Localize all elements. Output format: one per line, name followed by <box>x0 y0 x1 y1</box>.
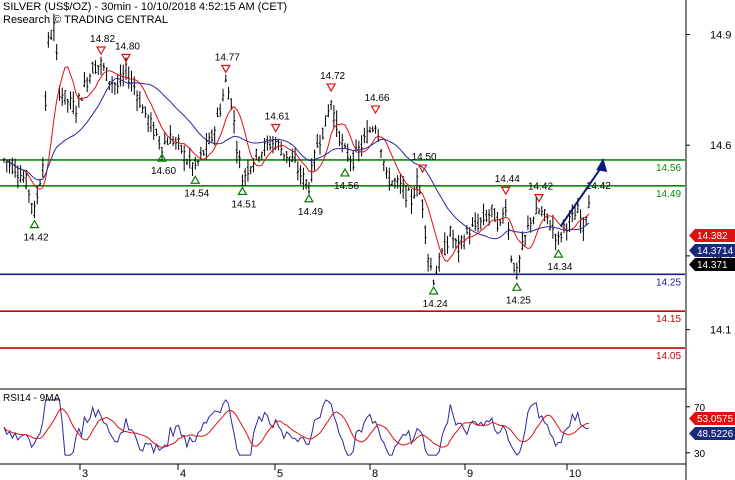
low-marker <box>428 285 439 295</box>
x-tick-label: 3 <box>82 468 88 480</box>
high-marker <box>95 46 107 56</box>
x-tick-label: 9 <box>467 468 473 480</box>
price-badge-label: 14.371 <box>697 260 728 271</box>
price-badge-pointer <box>689 258 695 271</box>
rsi-badge-pointer <box>689 427 695 440</box>
x-tick-label: 10 <box>569 468 581 480</box>
low-label: 14.54 <box>184 188 209 199</box>
low-label: 14.60 <box>151 166 176 177</box>
high-marker <box>270 123 281 133</box>
low-label: 14.51 <box>231 199 256 210</box>
rsi-y-tick-label: 30 <box>694 449 706 460</box>
high-label: 14.82 <box>90 34 115 45</box>
low-label: 14.34 <box>547 262 572 273</box>
low-marker <box>303 193 314 203</box>
price-chart: 14.914.614.314.17030345891014.5614.4914.… <box>0 0 735 480</box>
level-label: 14.05 <box>656 351 681 362</box>
price-badge-label: 14.382 <box>697 231 728 242</box>
low-label: 14.56 <box>334 181 359 192</box>
rsi-badge-pointer <box>689 412 695 425</box>
low-marker <box>190 175 201 184</box>
ma-fast-line <box>3 66 590 263</box>
high-label: 14.77 <box>215 52 240 63</box>
x-tick-label: 8 <box>372 468 378 480</box>
low-marker <box>553 248 564 258</box>
low-marker <box>237 186 248 195</box>
high-label: 14.50 <box>412 152 437 163</box>
high-label: 14.61 <box>265 112 290 123</box>
x-tick-label: 5 <box>277 468 283 480</box>
low-label: 14.25 <box>506 295 531 306</box>
price-badge-pointer <box>689 229 695 242</box>
forecast-arrow-line <box>559 165 604 227</box>
low-label: 14.42 <box>23 233 48 244</box>
low-marker <box>511 282 522 291</box>
rsi-title: RSI14 - 9MA <box>3 393 61 404</box>
y-tick-label: 14.1 <box>710 325 731 337</box>
high-marker <box>417 164 428 174</box>
annotation-label: 14.42 <box>586 181 611 192</box>
level-label: 14.15 <box>656 314 681 325</box>
level-label: 14.49 <box>656 189 681 200</box>
high-label: 14.66 <box>364 93 389 104</box>
rsi-badge-label: 48.5226 <box>697 429 734 440</box>
level-label: 14.25 <box>656 277 681 288</box>
low-marker <box>29 219 40 229</box>
high-marker <box>326 83 337 93</box>
rsi-line <box>3 398 590 456</box>
high-label: 14.44 <box>495 174 520 185</box>
high-label: 14.42 <box>528 182 553 193</box>
ma-slow-line <box>3 77 590 240</box>
rsi-ma-line <box>3 407 589 448</box>
low-marker <box>339 167 351 177</box>
x-tick-label: 4 <box>180 468 186 480</box>
level-label: 14.56 <box>656 163 681 174</box>
y-tick-label: 14.9 <box>710 30 731 42</box>
price-badge-pointer <box>689 244 695 257</box>
high-marker <box>220 64 231 74</box>
low-label: 14.49 <box>298 207 323 218</box>
price-badge-label: 14.3714 <box>697 246 734 257</box>
high-marker <box>500 186 511 196</box>
y-tick-label: 14.6 <box>710 140 731 152</box>
high-label: 14.80 <box>115 41 140 52</box>
high-label: 14.72 <box>320 71 345 82</box>
high-marker <box>370 105 381 115</box>
rsi-badge-label: 53.0575 <box>697 414 734 425</box>
low-label: 14.24 <box>423 299 448 310</box>
